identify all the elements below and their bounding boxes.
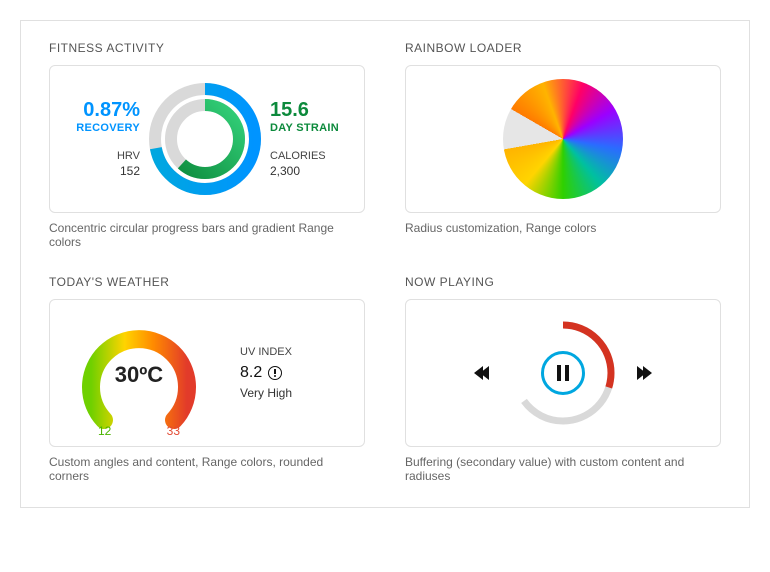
strain-value: 15.6 [270,100,350,120]
player-progress-ring [508,318,618,428]
dashboard-grid: FITNESS ACTIVITY 0.87% RECOVERY HRV 152 [49,41,721,483]
strain-label: DAY STRAIN [270,122,350,134]
warning-icon [268,366,282,380]
player-section: NOW PLAYING Buffering [405,275,721,483]
player-caption: Buffering (secondary value) with custom … [405,455,721,483]
uv-value: 8.2 [240,364,262,382]
next-track-button[interactable] [640,366,652,380]
hrv-value: 152 [64,164,140,178]
fitness-card: 0.87% RECOVERY HRV 152 [49,65,365,213]
weather-section: TODAY'S WEATHER [49,275,365,483]
weather-low: 12 [98,424,111,438]
uv-desc: Very High [240,386,292,400]
fitness-section: FITNESS ACTIVITY 0.87% RECOVERY HRV 152 [49,41,365,249]
uv-label: UV INDEX [240,346,292,358]
fitness-left-col: 0.87% RECOVERY HRV 152 [64,100,142,178]
weather-card: 30ºC 12 33 UV INDEX 8.2 Very High [49,299,365,447]
uv-column: UV INDEX 8.2 Very High [240,346,292,400]
fitness-right-col: 15.6 DAY STRAIN CALORIES 2,300 [268,100,350,178]
dashboard-panel: FITNESS ACTIVITY 0.87% RECOVERY HRV 152 [20,20,750,508]
weather-high: 33 [167,424,180,438]
previous-track-button[interactable] [474,366,486,380]
fitness-caption: Concentric circular progress bars and gr… [49,221,365,249]
weather-temp: 30ºC [64,362,214,388]
pause-icon [557,365,569,381]
rainbow-caption: Radius customization, Range colors [405,221,721,235]
rainbow-card [405,65,721,213]
rainbow-title: RAINBOW LOADER [405,41,721,55]
fitness-donut-icon [145,79,265,199]
weather-caption: Custom angles and content, Range colors,… [49,455,365,483]
calories-value: 2,300 [270,164,350,178]
uv-value-row: 8.2 [240,364,292,382]
player-title: NOW PLAYING [405,275,721,289]
rainbow-pie-icon [503,79,623,199]
hrv-label: HRV [64,150,140,162]
recovery-label: RECOVERY [64,122,140,134]
player-card [405,299,721,447]
recovery-value: 0.87% [64,100,140,120]
calories-label: CALORIES [270,150,350,162]
rainbow-section: RAINBOW LOADER Radius customization, Ran… [405,41,721,249]
weather-gauge: 30ºC 12 33 [64,308,214,438]
play-pause-button[interactable] [541,351,585,395]
weather-title: TODAY'S WEATHER [49,275,365,289]
fitness-title: FITNESS ACTIVITY [49,41,365,55]
